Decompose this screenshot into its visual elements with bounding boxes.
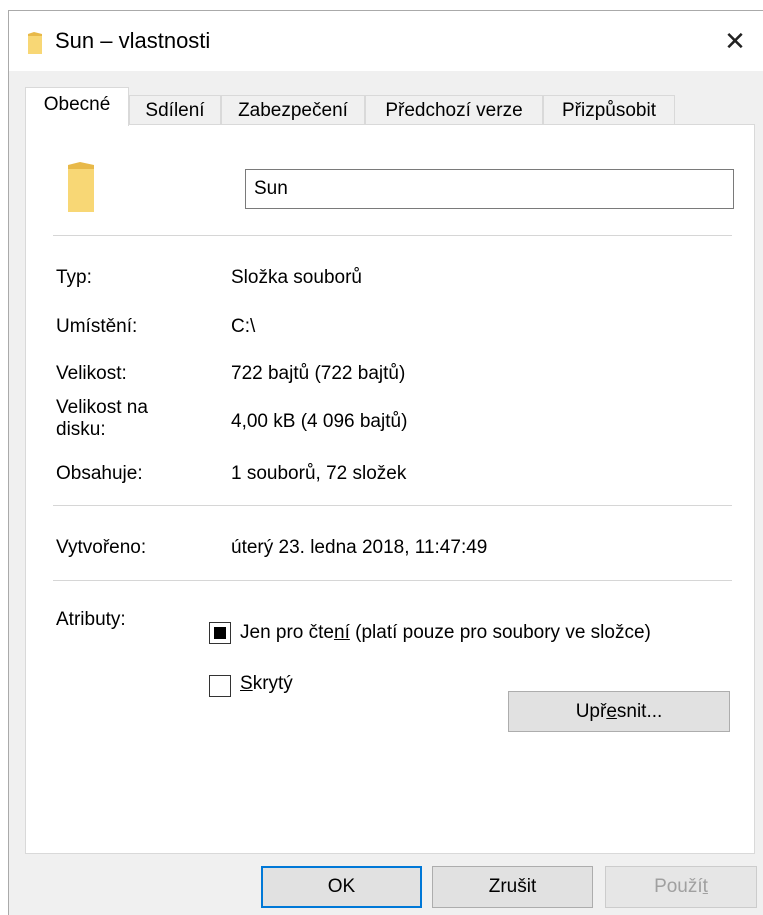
tab-customize[interactable]: Přizpůsobit [543,95,675,125]
separator [53,580,732,581]
size-on-disk-label: Velikost na disku: [56,397,148,440]
separator [53,235,732,236]
separator [53,505,732,506]
tab-general[interactable]: Obecné [25,87,129,126]
folder-icon [28,32,42,54]
attributes-label: Atributy: [56,609,126,630]
contains-label: Obsahuje: [56,463,143,484]
tab-previous-versions[interactable]: Předchozí verze [365,95,543,125]
properties-dialog: Sun – vlastnosti ✕ Obecné Sdílení Zabezp… [8,10,763,915]
size-value: 722 bajtů (722 bajtů) [231,363,406,384]
readonly-label[interactable]: Jen pro čtení (platí pouze pro soubory v… [240,622,651,644]
cancel-button[interactable]: Zrušit [432,866,593,908]
tab-security[interactable]: Zabezpečení [221,95,365,125]
ok-button[interactable]: OK [261,866,422,908]
close-button[interactable]: ✕ [707,11,763,71]
created-label: Vytvořeno: [56,537,147,558]
location-value: C:\ [231,316,256,337]
hidden-checkbox[interactable] [209,675,231,697]
size-label: Velikost: [56,363,127,384]
folder-name-input[interactable] [245,169,734,209]
contains-value: 1 souborů, 72 složek [231,463,407,484]
apply-button: Použí t [605,866,757,908]
location-label: Umístění: [56,316,138,337]
window-title: Sun – vlastnosti [55,28,211,53]
readonly-checkbox[interactable] [209,622,231,644]
type-label: Typ: [56,267,92,288]
tab-sharing[interactable]: Sdílení [129,95,221,125]
advanced-button[interactable]: Upř e snit... [508,691,730,732]
type-value: Složka souborů [231,267,362,288]
title-bar[interactable]: Sun – vlastnosti ✕ [9,11,763,71]
indeterminate-mark [214,627,226,639]
created-value: úterý 23. ledna 2018, 11:47:49 [231,537,488,558]
hidden-label[interactable]: Skrytý [240,673,293,695]
size-on-disk-value: 4,00 kB (4 096 bajtů) [231,411,408,432]
folder-icon [68,162,94,212]
general-panel: Typ: Složka souborů Umístění: C:\ Veliko… [25,124,755,854]
